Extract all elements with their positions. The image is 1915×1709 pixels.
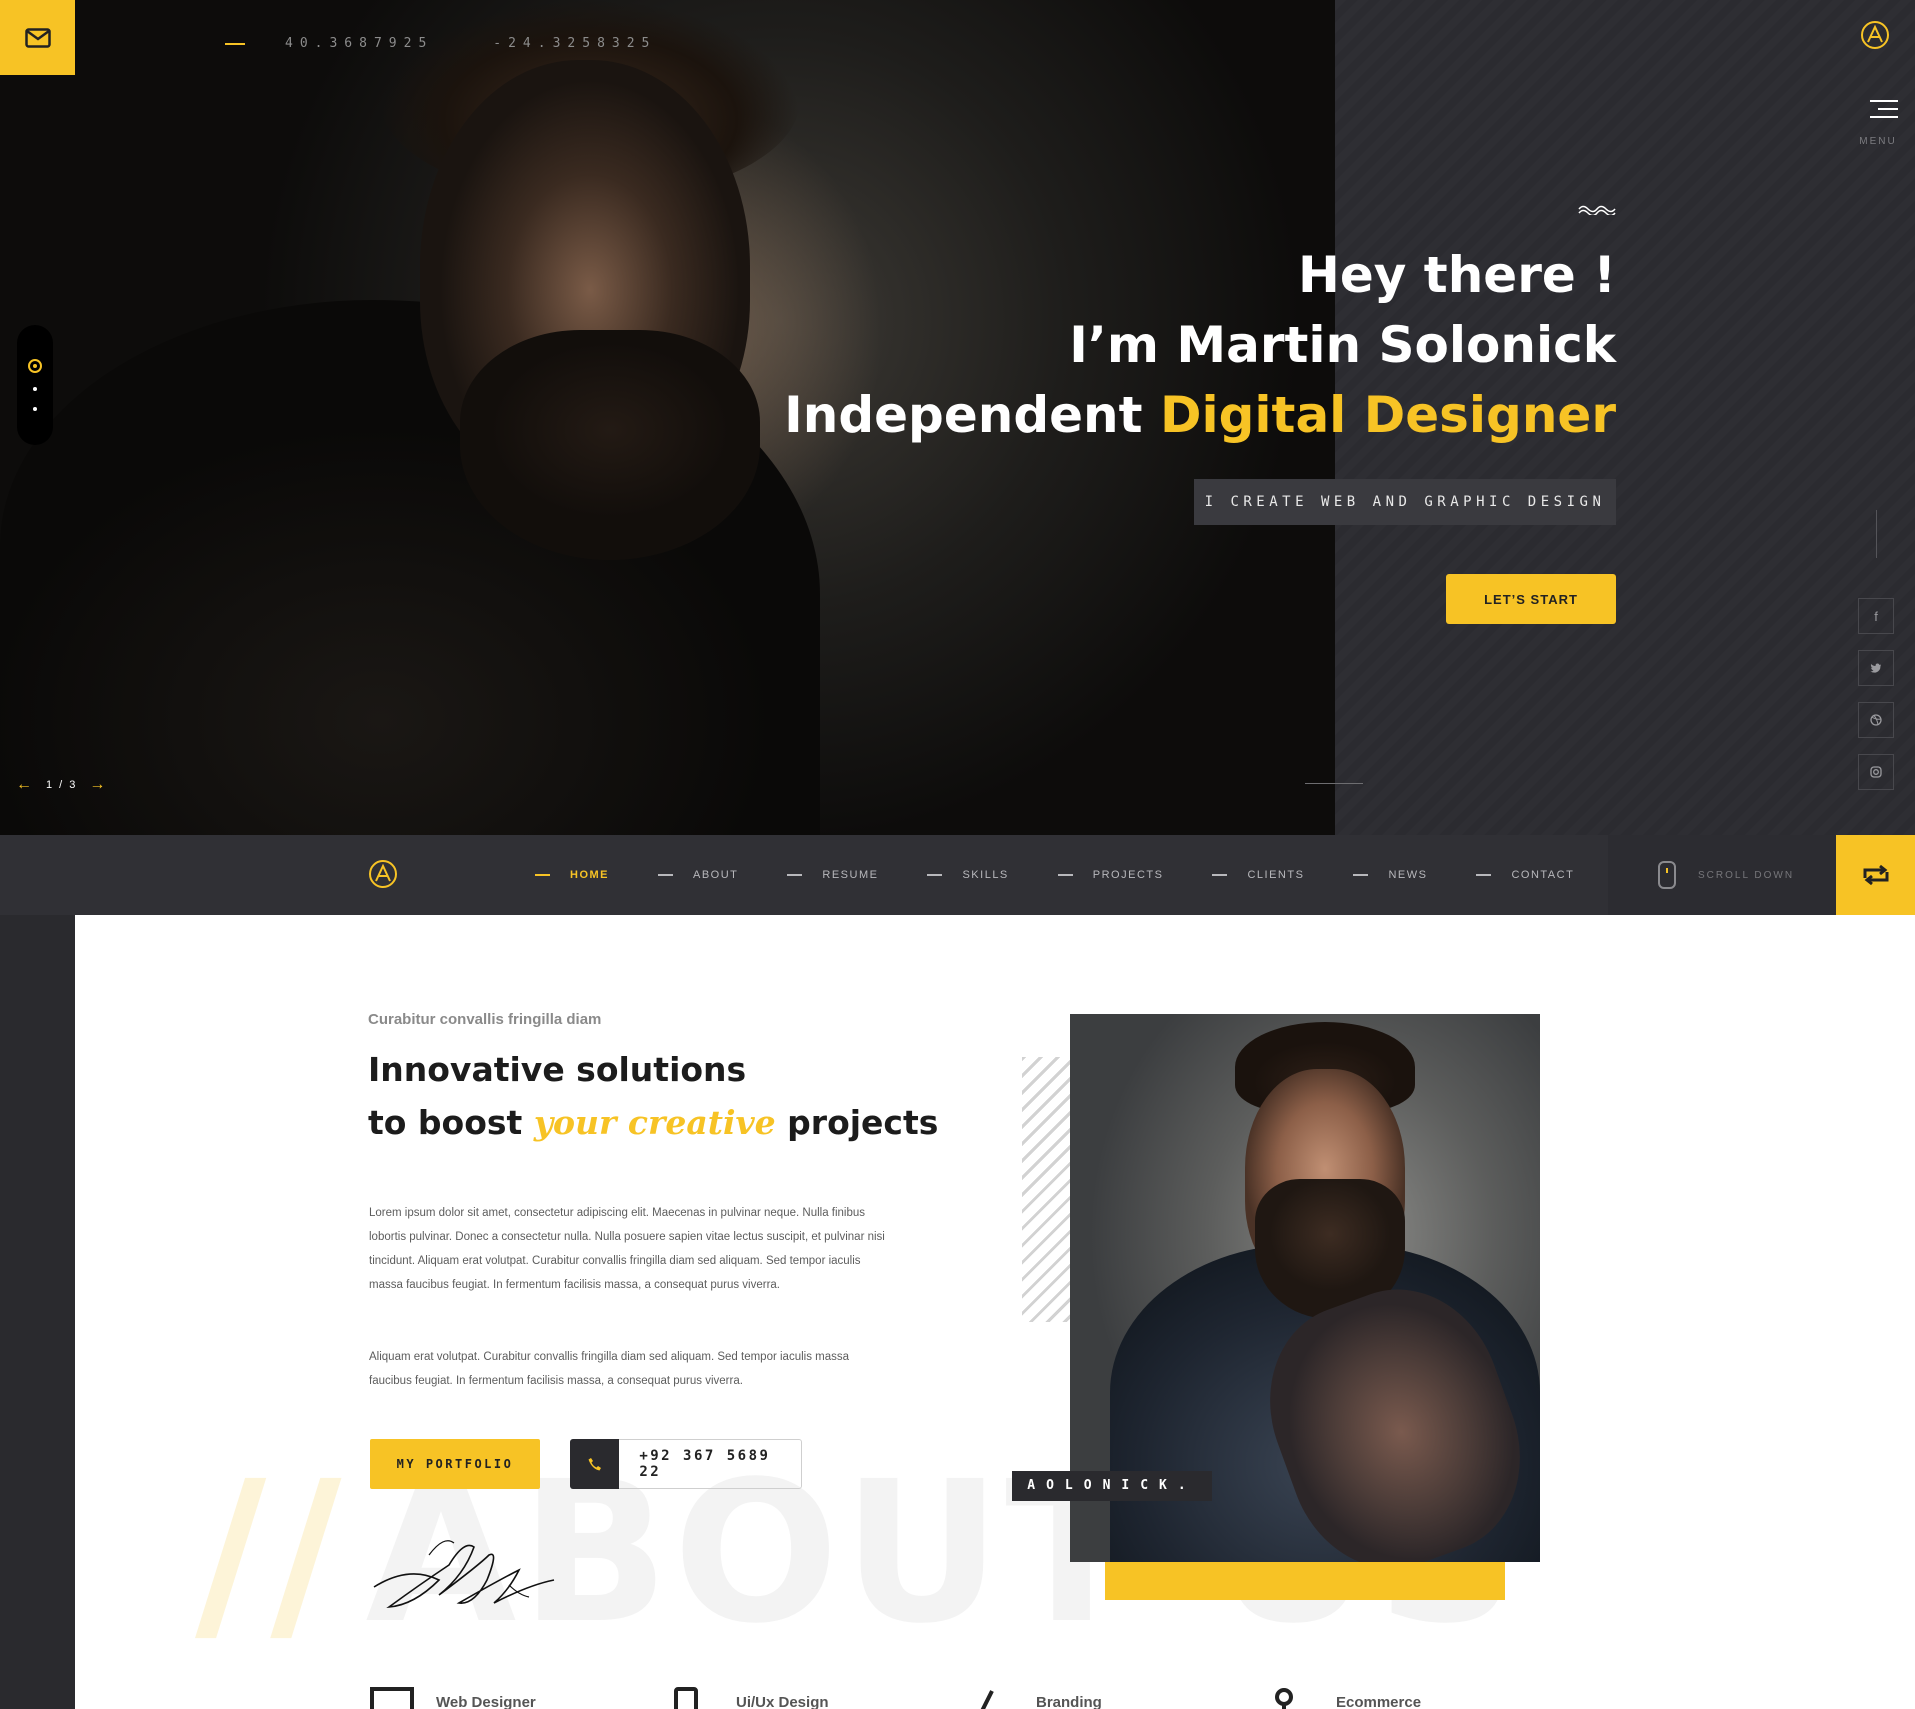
services-row: Web Designer Ui/Ux Design Branding Ecomm… [370,1687,1570,1709]
service-label: Ui/Ux Design [736,1693,829,1709]
logo-icon [1861,21,1889,49]
hero-tagline: I CREATE WEB AND GRAPHIC DESIGN [1194,479,1616,525]
repeat-icon [1863,864,1888,886]
decorative-hatch [1022,1057,1070,1322]
main-nav: HOME ABOUT RESUME SKILLS PROJECTS CLIENT… [0,835,1915,915]
mouse-icon [1658,861,1676,889]
social-links: f [1858,510,1894,806]
hero-title-prefix: Independent [784,386,1160,444]
facebook-icon[interactable]: f [1858,598,1894,634]
about-eyebrow: Curabitur convallis fringilla diam [368,1011,602,1028]
coord-lng: -24.3258325 [493,36,657,51]
headline-line-1: Innovative solutions [368,1050,747,1089]
dribbble-icon[interactable] [1858,702,1894,738]
logo[interactable] [1860,20,1890,55]
nav-item-projects[interactable]: PROJECTS [1057,869,1164,881]
headline-line-2: to boost your creative projects [368,1096,938,1149]
nav-item-contact[interactable]: CONTACT [1476,869,1574,881]
location-pin-icon [1275,1688,1293,1709]
service-label: Branding [1036,1693,1102,1709]
nav-item-label: ABOUT [693,869,739,881]
nav-item-label: NEWS [1388,869,1428,881]
nav-item-label: CLIENTS [1247,869,1305,881]
signature-image [373,1540,555,1609]
nav-item-label: PROJECTS [1092,869,1164,881]
monitor-icon [370,1687,414,1709]
nav-item-home[interactable]: HOME [535,869,609,881]
coordinates: 40.3687925 -24.3258325 [225,36,656,51]
scroll-down[interactable]: SCROLL DOWN [1608,835,1836,915]
nav-items: HOME ABOUT RESUME SKILLS PROJECTS CLIENT… [535,835,1623,915]
nav-logo[interactable] [368,859,398,894]
menu-button[interactable]: MENU [1858,100,1898,147]
headline-pre: to boost [368,1103,534,1142]
phone-number: +92 367 5689 22 [639,1448,771,1480]
coord-lat: 40.3687925 [285,36,434,51]
wave-icon [1578,205,1616,215]
menu-label: MENU [1859,136,1897,147]
slider-dot[interactable] [33,407,37,411]
nav-item-clients[interactable]: CLIENTS [1212,869,1304,881]
mail-button[interactable] [0,0,75,75]
about-headline: Innovative solutions to boost your creat… [368,1043,938,1149]
mail-icon [24,27,51,48]
nav-item-news[interactable]: NEWS [1353,869,1427,881]
my-portfolio-button[interactable]: MY PORTFOLIO [370,1439,540,1489]
lets-start-button[interactable]: LET’S START [1446,574,1616,624]
decorative-yellow-bar [1105,1562,1505,1600]
service-label: Ecommerce [1336,1693,1422,1709]
nav-item-label: RESUME [822,869,879,881]
phone-icon [570,1439,620,1489]
logo-icon [369,860,397,888]
nav-item-label: CONTACT [1511,869,1575,881]
hero-heading: Hey there ! I’m Martin Solonick Independ… [784,240,1616,450]
divider [1305,783,1363,784]
nav-item-label: HOME [570,869,609,881]
nav-item-skills[interactable]: SKILLS [927,869,1008,881]
service-item[interactable]: Ecommerce [1270,1687,1570,1709]
hero-greeting: Hey there ! [1298,246,1616,304]
arrow-left-icon[interactable]: ← [16,776,34,794]
slider-dots[interactable] [17,325,53,445]
service-item[interactable]: Branding [970,1687,1270,1709]
slider-dot[interactable] [33,387,37,391]
scroll-down-label: SCROLL DOWN [1698,869,1795,881]
tablet-icon [674,1687,698,1709]
service-item[interactable]: Web Designer [370,1687,670,1709]
pen-icon [980,1690,994,1709]
left-strip [0,915,75,1709]
hero-name: I’m Martin Solonick [1069,316,1616,374]
hero-title-highlight: Digital Designer [1159,386,1616,444]
headline-highlight: your creative [533,1103,776,1142]
instagram-icon[interactable] [1858,754,1894,790]
phone-button[interactable]: +92 367 5689 22 [570,1439,802,1489]
service-item[interactable]: Ui/Ux Design [670,1687,970,1709]
slider-dot-active[interactable] [28,359,42,373]
service-label: Web Designer [436,1693,536,1709]
slide-counter: 1 / 3 [46,779,78,791]
about-section: //ABOUT US Curabitur convallis fringilla… [75,915,1915,1709]
about-paragraph-1: Lorem ipsum dolor sit amet, consectetur … [369,1207,885,1291]
nav-item-label: SKILLS [962,869,1009,881]
arrow-right-icon[interactable]: → [89,776,107,794]
nav-item-about[interactable]: ABOUT [658,869,738,881]
switch-button[interactable] [1836,835,1915,915]
name-tag: AOLONICK. [1012,1471,1212,1501]
nav-item-resume[interactable]: RESUME [787,869,878,881]
twitter-icon[interactable] [1858,650,1894,686]
hero-title: Independent Digital Designer [784,380,1616,450]
headline-post: projects [775,1103,939,1142]
about-paragraph-2: Aliquam erat volutpat. Curabitur convall… [369,1351,850,1387]
bg-slashes: // [195,1439,346,1666]
hero-section: 40.3687925 -24.3258325 MENU ← 1 / 3 → He… [0,0,1915,835]
slide-pager: ← 1 / 3 → [16,776,107,794]
